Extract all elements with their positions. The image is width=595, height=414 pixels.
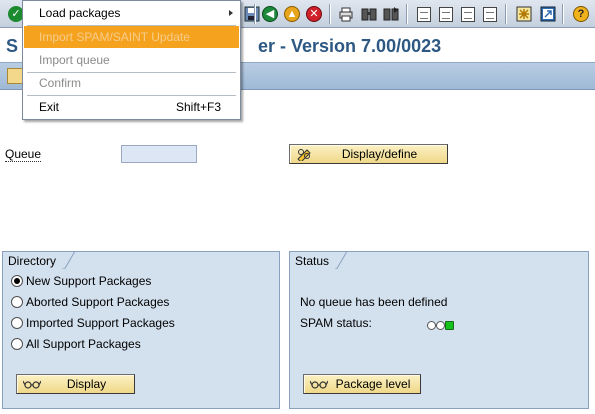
menu-item-label: Load packages [39,6,121,20]
page-title-prefix: S [6,36,19,56]
radio-button[interactable] [11,317,23,329]
exit-icon[interactable]: ▲ [283,5,301,23]
status-light-off [436,321,445,330]
previous-page-icon[interactable] [437,5,455,23]
display-button-label: Display [66,377,107,391]
status-light-off [427,321,436,330]
radio-aborted-support-packages[interactable]: Aborted Support Packages [11,294,169,310]
toolbar-separator [505,4,507,24]
shortcut-icon[interactable] [539,5,557,23]
package-level-label: Package level [335,377,411,391]
find-next-icon[interactable] [382,5,400,23]
directory-title: Directory [3,252,63,269]
radio-label: Imported Support Packages [26,316,175,330]
status-group: Status No queue has been defined SPAM st… [289,251,589,409]
radio-button[interactable] [11,296,23,308]
menu-item-exit[interactable]: Exit Shift+F3 [24,96,239,118]
toolbar-separator [406,4,408,24]
radio-button[interactable] [11,275,23,287]
package-level-button[interactable]: Package level [303,374,421,394]
menu-item-import-queue[interactable]: Import queue [24,49,239,71]
radio-all-support-packages[interactable]: All Support Packages [11,336,141,352]
help-icon[interactable]: ? [572,5,590,23]
status-light-green [445,321,454,330]
spam-status-label: SPAM status: [300,316,372,330]
display-button[interactable]: Display [16,374,135,394]
status-title: Status [290,252,336,269]
back-icon[interactable]: ◀ [261,5,279,23]
print-icon[interactable] [337,5,355,23]
menu-item-import-spam-saint-update[interactable]: Import SPAM/SAINT Update [24,26,239,48]
menu-item-confirm[interactable]: Confirm [24,72,239,94]
display-define-label: Display/define [341,147,418,161]
spam-status-lights [427,321,454,330]
cancel-icon[interactable]: ✕ [305,5,323,23]
application-function-icon[interactable] [7,68,23,84]
toolbar-separator [329,4,331,24]
radio-imported-support-packages[interactable]: Imported Support Packages [11,315,175,331]
toolbar-separator [254,4,256,24]
queue-menu-dropdown: Load packages Import SPAM/SAINT Update I… [22,0,241,120]
next-page-icon[interactable] [459,5,477,23]
first-page-icon[interactable] [415,5,433,23]
menu-item-load-packages[interactable]: Load packages [24,2,239,24]
menu-item-label: Confirm [39,76,82,90]
queue-field[interactable] [121,145,197,163]
radio-new-support-packages[interactable]: New Support Packages [11,273,151,289]
radio-label: All Support Packages [26,337,141,351]
last-page-icon[interactable] [481,5,499,23]
menu-item-label: Exit [39,100,60,114]
page-title: er - Version 7.00/0023 [258,36,442,56]
create-session-icon[interactable] [515,5,533,23]
radio-button[interactable] [11,338,23,350]
menu-item-label: Import SPAM/SAINT Update [39,30,190,44]
queue-status-message: No queue has been defined [300,295,448,309]
find-icon[interactable] [360,5,378,23]
submenu-arrow-icon [229,10,233,16]
directory-group: Directory New Support Packages Aborted S… [2,251,280,409]
radio-label: New Support Packages [26,274,152,288]
menu-item-label: Import queue [39,53,110,67]
display-define-button[interactable]: Display/define [289,144,448,164]
save-icon[interactable] [243,5,261,23]
toolbar-separator [562,4,564,24]
radio-label: Aborted Support Packages [26,295,170,309]
queue-label: Queue [5,147,42,162]
menu-item-accelerator: Shift+F3 [175,100,221,114]
